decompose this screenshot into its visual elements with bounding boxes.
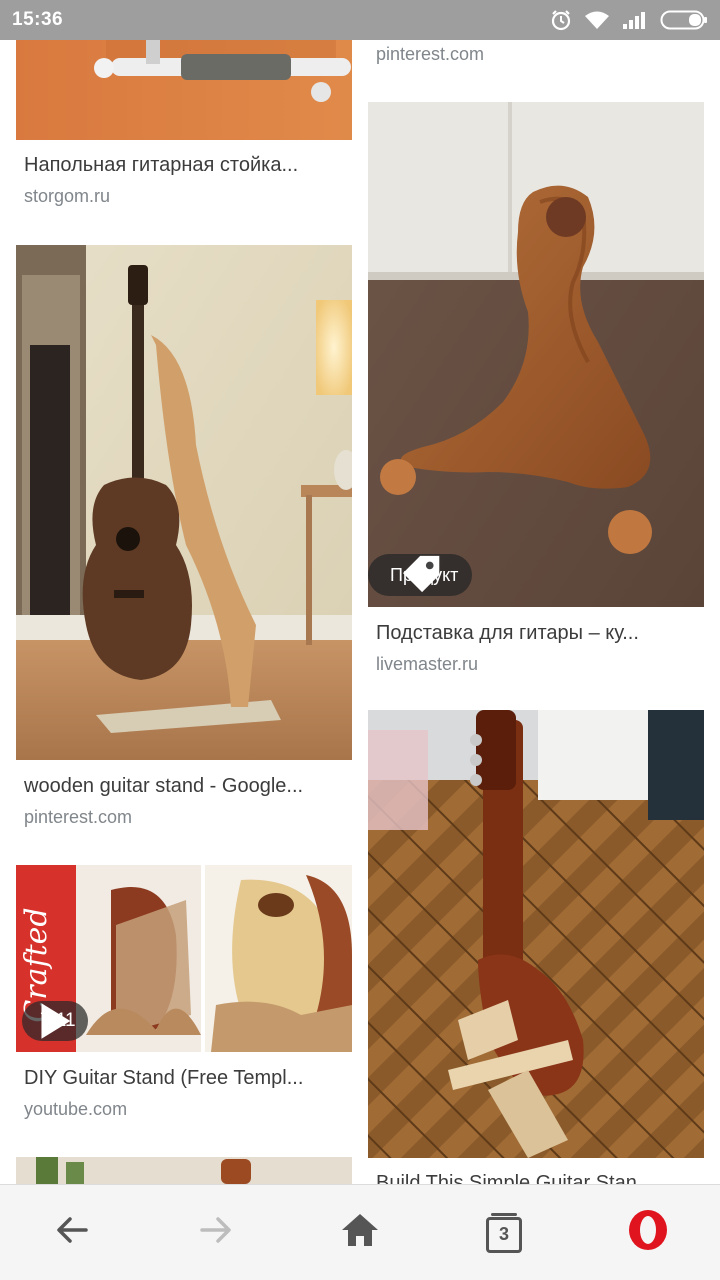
home-button[interactable] (324, 1197, 396, 1269)
forward-button[interactable] (180, 1197, 252, 1269)
image-results-grid: Напольная гитарная стойка... storgom.ru (0, 40, 720, 1184)
opera-menu-button[interactable] (612, 1197, 684, 1269)
result-caption[interactable]: Подставка для гитары – ку... (376, 622, 698, 645)
alarm-icon (550, 9, 572, 31)
wifi-icon (584, 10, 610, 30)
back-icon (54, 1212, 90, 1253)
result-caption[interactable]: Напольная гитарная стойка... (24, 154, 346, 177)
result-thumbnail[interactable] (16, 40, 352, 140)
tabs-button[interactable]: 3 (468, 1197, 540, 1269)
result-thumbnail[interactable] (368, 710, 704, 1158)
status-time: 15:36 (12, 9, 64, 30)
battery-icon (660, 9, 708, 31)
result-card[interactable]: Crafted 7:11 DIY Guitar Stand (Free Temp… (0, 865, 360, 1135)
result-card[interactable]: wooden guitar stand - Google... pinteres… (0, 245, 360, 835)
result-caption[interactable]: wooden guitar stand - Google... (24, 775, 346, 798)
result-card[interactable]: pinterest.com (360, 40, 720, 80)
back-button[interactable] (36, 1197, 108, 1269)
result-source: pinterest.com (376, 44, 485, 64)
result-source: youtube.com (24, 1099, 128, 1119)
result-caption[interactable]: DIY Guitar Stand (Free Templ... (24, 1067, 346, 1090)
result-card[interactable]: Build This Simple Guitar Stan... (360, 710, 720, 1184)
bottom-navigation-bar: 3 (0, 1184, 720, 1280)
result-thumbnail[interactable] (16, 245, 352, 760)
signal-icon (622, 10, 648, 30)
tab-count: 3 (498, 1224, 509, 1244)
status-icons (550, 9, 708, 31)
result-source: livemaster.ru (376, 654, 479, 674)
result-thumbnail[interactable]: Продукт (368, 102, 704, 607)
video-duration-badge: 7:11 (22, 1001, 88, 1041)
result-card[interactable] (0, 1157, 360, 1184)
result-thumbnail[interactable] (16, 1157, 352, 1184)
result-source: pinterest.com (24, 807, 133, 827)
home-icon (340, 1212, 380, 1253)
tabs-icon: 3 (486, 1212, 522, 1253)
result-source: storgom.ru (24, 186, 111, 206)
result-card[interactable]: Продукт Подставка для гитары – ку... liv… (360, 102, 720, 692)
status-bar: 15:36 (0, 0, 720, 40)
opera-icon (627, 1209, 669, 1256)
result-card[interactable]: Напольная гитарная стойка... storgom.ru (0, 40, 360, 220)
result-thumbnail[interactable]: Crafted 7:11 (16, 865, 352, 1052)
result-caption[interactable]: Build This Simple Guitar Stan... (376, 1172, 698, 1184)
product-badge: Продукт (368, 554, 473, 596)
forward-icon (198, 1212, 234, 1253)
